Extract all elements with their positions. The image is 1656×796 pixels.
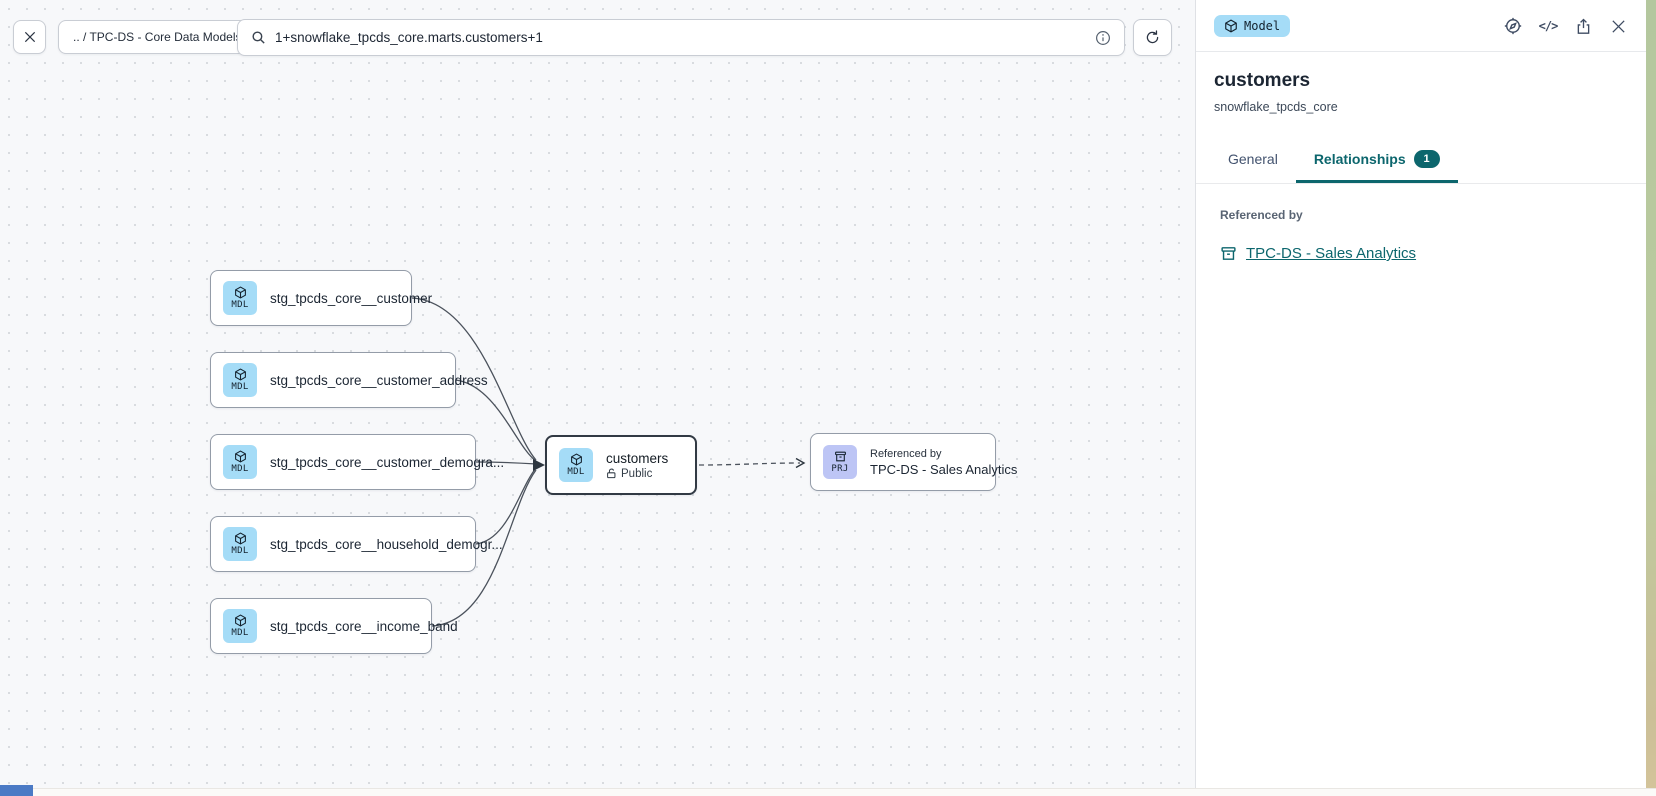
node-stg-tpcds-core-customer-demographics[interactable]: MDL stg_tpcds_core__customer_demogra...: [210, 434, 476, 490]
breadcrumb[interactable]: .. / TPC-DS - Core Data Models: [58, 20, 257, 54]
edge-household-demographics: [476, 468, 536, 544]
compass-icon: [1503, 16, 1523, 36]
breadcrumb-label: .. / TPC-DS - Core Data Models: [73, 30, 242, 44]
node-label: stg_tpcds_core__customer: [270, 291, 432, 306]
node-stg-tpcds-core-income-band[interactable]: MDL stg_tpcds_core__income_band: [210, 598, 432, 654]
details-panel: Model </> customers snowflake_tpcds_core: [1195, 0, 1646, 796]
model-chip-label: MDL: [231, 464, 248, 474]
panel-tabs: General Relationships 1: [1196, 140, 1646, 184]
lineage-search-bar: [237, 19, 1125, 56]
referenced-by-item[interactable]: TPC-DS - Sales Analytics: [1220, 245, 1628, 262]
taskbar-strip: [0, 788, 1656, 796]
resource-type-badge: Model: [1214, 15, 1290, 37]
refresh-button[interactable]: [1133, 19, 1172, 56]
cube-icon: [234, 450, 247, 463]
close-lineage-button[interactable]: [13, 20, 46, 54]
model-chip-label: MDL: [231, 300, 248, 310]
edge-referenced-by: [699, 463, 800, 465]
node-customers-selected[interactable]: MDL customers Public: [545, 435, 697, 495]
relationships-count-badge: 1: [1414, 150, 1440, 168]
model-chip: MDL: [223, 609, 257, 643]
model-chip-label: MDL: [567, 467, 584, 477]
tab-relationships[interactable]: Relationships 1: [1296, 140, 1458, 183]
node-title: customers: [606, 451, 668, 466]
node-label: TPC-DS - Sales Analytics: [870, 462, 1017, 477]
model-chip-label: MDL: [231, 382, 248, 392]
node-access: Public: [606, 468, 668, 480]
close-icon: [23, 30, 37, 44]
project-chip: PRJ: [823, 445, 857, 479]
share-button[interactable]: [1573, 16, 1593, 36]
lineage-edges: [0, 0, 1195, 796]
lineage-canvas[interactable]: MDL stg_tpcds_core__customer MDL stg_tpc…: [0, 0, 1195, 796]
search-icon: [250, 29, 267, 46]
model-chip: MDL: [223, 281, 257, 315]
cube-icon: [234, 614, 247, 627]
cube-icon: [234, 368, 247, 381]
node-stg-tpcds-core-customer-address[interactable]: MDL stg_tpcds_core__customer_address: [210, 352, 456, 408]
cube-icon: [570, 453, 583, 466]
edge-arrowhead: [533, 459, 545, 471]
model-chip: MDL: [223, 527, 257, 561]
project-chip-label: PRJ: [831, 464, 848, 474]
code-icon: </>: [1539, 19, 1558, 33]
model-chip: MDL: [223, 363, 257, 397]
info-icon[interactable]: [1094, 29, 1112, 47]
resource-type-label: Model: [1244, 19, 1280, 33]
archive-icon: [1220, 245, 1237, 262]
node-project-sales-analytics[interactable]: PRJ Referenced by TPC-DS - Sales Analyti…: [810, 433, 996, 491]
node-label: stg_tpcds_core__customer_demogra...: [270, 455, 504, 470]
panel-actions: </>: [1503, 16, 1628, 36]
model-chip-label: MDL: [231, 546, 248, 556]
node-stg-tpcds-core-household-demographics[interactable]: MDL stg_tpcds_core__household_demogr...: [210, 516, 476, 572]
cube-icon: [234, 532, 247, 545]
lock-open-icon: [606, 468, 617, 479]
node-label: stg_tpcds_core__customer_address: [270, 373, 488, 388]
referenced-by-heading: Referenced by: [1220, 208, 1628, 222]
explore-lineage-button[interactable]: [1503, 16, 1523, 36]
page-title: customers: [1214, 70, 1628, 92]
project-link[interactable]: TPC-DS - Sales Analytics: [1246, 245, 1416, 262]
cube-icon: [234, 286, 247, 299]
tab-relationships-label: Relationships: [1314, 151, 1406, 167]
taskbar-accent: [0, 785, 33, 796]
desktop-wallpaper-strip: [1646, 0, 1656, 796]
close-icon: [1610, 18, 1627, 35]
node-label: stg_tpcds_core__income_band: [270, 619, 458, 634]
panel-header: Model </>: [1196, 0, 1646, 52]
model-chip: MDL: [559, 448, 593, 482]
model-chip-label: MDL: [231, 628, 248, 638]
node-access-label: Public: [621, 468, 652, 480]
schema-subtitle: snowflake_tpcds_core: [1214, 100, 1628, 114]
node-stg-tpcds-core-customer[interactable]: MDL stg_tpcds_core__customer: [210, 270, 412, 326]
share-icon: [1574, 17, 1593, 36]
cube-icon: [1224, 19, 1238, 33]
tab-general[interactable]: General: [1210, 140, 1296, 183]
close-panel-button[interactable]: [1608, 16, 1628, 36]
node-label: stg_tpcds_core__household_demogr...: [270, 537, 503, 552]
model-chip: MDL: [223, 445, 257, 479]
view-code-button[interactable]: </>: [1538, 16, 1558, 36]
archive-icon: [834, 450, 847, 463]
node-caption: Referenced by: [870, 448, 1017, 460]
search-input[interactable]: [275, 30, 1086, 45]
refresh-icon: [1144, 29, 1161, 46]
app-window: MDL stg_tpcds_core__customer MDL stg_tpc…: [0, 0, 1656, 796]
tab-general-label: General: [1228, 151, 1278, 167]
